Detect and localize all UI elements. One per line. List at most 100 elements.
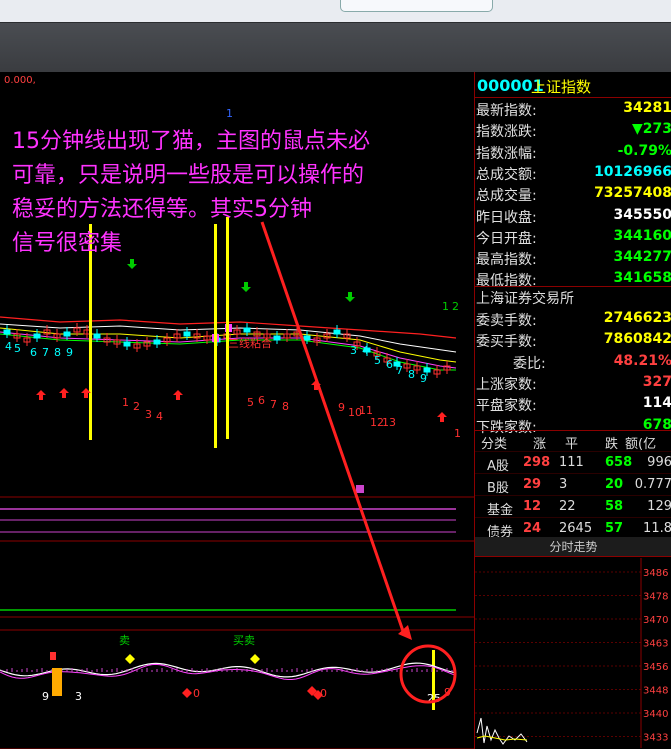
intraday-line xyxy=(476,717,528,745)
signal-number: 4 xyxy=(5,340,12,353)
table-cell: 658 xyxy=(605,455,633,470)
sub-panel-label: 3 xyxy=(75,690,82,703)
order-row: 委买手数: 7860842 xyxy=(475,329,671,350)
quote-label: 最高指数: xyxy=(476,252,537,269)
signal-number: 9 xyxy=(66,346,73,359)
intraday-title[interactable]: 分时走势 xyxy=(475,537,671,557)
order-row: 委比: 48.21% xyxy=(475,351,671,372)
quote-row: 指数涨跌: ▼273 xyxy=(475,119,671,140)
signal-number: 8 xyxy=(54,346,61,359)
signal-number: 9 xyxy=(338,401,345,414)
quote-label: 今日开盘: xyxy=(476,230,537,247)
signal-number: 7 xyxy=(270,398,277,411)
signal-line-3 xyxy=(226,217,229,439)
table-cell: 24 xyxy=(523,521,542,536)
order-value: 2746623 xyxy=(603,310,671,326)
signal-number: 6 xyxy=(30,346,37,359)
candle xyxy=(123,341,131,347)
window-title-bar xyxy=(0,0,671,22)
quote-panel: 000001 上证指数 最新指数: 34281 指数涨跌: ▼273 指数涨幅: -0.7… xyxy=(474,72,671,749)
signal-line-2 xyxy=(214,224,217,448)
quote-value: -0.79% xyxy=(617,142,671,159)
quote-label: 昨日收盘: xyxy=(476,209,537,226)
signal-number: 13 xyxy=(382,416,396,429)
price-tick: 3478 xyxy=(643,592,668,603)
order-value: 48.21% xyxy=(613,352,671,369)
candle xyxy=(93,333,101,339)
table-cell: 0.777 xyxy=(634,477,671,492)
signal-number: 4 xyxy=(362,344,369,357)
quote-value: 344160 xyxy=(613,227,671,244)
quote-value: ▼273 xyxy=(632,121,671,138)
order-label: 上涨家数: xyxy=(476,376,537,393)
intraday-chart[interactable]: 3486 3478 3470 3463 3456 3448 3440 3433 xyxy=(475,558,671,748)
kline-chart[interactable]: 0.000, 4 5 6 7 8 9 3 45 6 7 8 91 23 45 6 7 8 9 101112131 21… xyxy=(0,72,474,749)
table-cell: 2645 xyxy=(559,521,593,536)
quote-value: 341658 xyxy=(613,270,671,287)
sub-panel-label: 卖 xyxy=(119,634,130,647)
table-cell: 22 xyxy=(559,499,576,514)
price-tick: 3463 xyxy=(643,639,668,650)
signal-number: 6 xyxy=(258,394,265,407)
signal-number: 2 xyxy=(452,300,459,313)
signal-number: 8 xyxy=(282,400,289,413)
table-cell: 29 xyxy=(523,477,542,492)
table-cell: 3 xyxy=(559,477,568,492)
table-cell: 111 xyxy=(559,455,584,470)
signal-number: 5 xyxy=(247,396,254,409)
exchange-name: 上海证券交易所 xyxy=(476,291,574,307)
quote-label: 指数涨幅: xyxy=(476,145,537,162)
toolbar-buttons[interactable] xyxy=(340,0,493,12)
candle xyxy=(153,339,161,345)
signal-number: 2 xyxy=(133,400,140,413)
quote-label: 总成交量: xyxy=(476,188,537,205)
price-tick: 3456 xyxy=(643,662,668,673)
order-label: 委买手数: xyxy=(476,334,537,351)
table-header-cell: 涨 xyxy=(533,437,547,452)
candle xyxy=(3,329,11,335)
price-tick: 3440 xyxy=(643,709,668,720)
signal-number: 1 xyxy=(442,300,449,313)
table-header-cell: 跌 xyxy=(605,437,619,452)
candle xyxy=(303,335,311,341)
macd-marker xyxy=(356,485,364,493)
quote-value: 344277 xyxy=(613,249,671,266)
quote-value: 345550 xyxy=(613,206,671,223)
candle xyxy=(183,331,191,337)
table-cell: 298 xyxy=(523,455,551,470)
table-cell: 57 xyxy=(605,521,624,536)
table-header-cell: 平 xyxy=(565,437,579,452)
order-label: 委卖手数: xyxy=(476,313,537,329)
quote-row: 总成交量: 73257408 xyxy=(475,183,671,204)
signal-number: 3 xyxy=(145,408,152,421)
table-cell: 129 xyxy=(647,499,671,514)
table-header-cell: 额(亿 xyxy=(625,437,657,452)
price-tick: 3470 xyxy=(643,615,668,626)
table-row: A股 298 111 658 996 xyxy=(475,452,671,474)
sub-panel-label: 买卖 xyxy=(233,634,255,647)
order-row: 平盘家数: 114 xyxy=(475,393,671,414)
quote-row: 今日开盘: 344160 xyxy=(475,226,671,247)
annotation-line-4: 信号很密集 xyxy=(12,231,122,256)
red-marker xyxy=(50,652,56,660)
order-label: 平盘家数: xyxy=(476,398,537,415)
sanxian-label: 三线粘合 xyxy=(228,336,272,350)
order-row: 上涨家数: 327 xyxy=(475,372,671,393)
order-value: 114 xyxy=(642,395,671,412)
quote-row: 总成交额: 10126966 xyxy=(475,162,671,183)
order-value: 7860842 xyxy=(603,331,671,348)
quote-row: 最新指数: 34281 xyxy=(475,98,671,119)
signal-number: 3 xyxy=(350,344,357,357)
signal-number: 5 xyxy=(374,354,381,367)
annotation-line-3: 稳妥的方法还得等。其实5分钟 xyxy=(12,197,312,222)
signal-number: 1 xyxy=(122,396,129,409)
toolbar xyxy=(0,22,671,72)
chart-corner-label: 0.000, xyxy=(4,75,36,86)
annotation-line-2: 可靠，只是说明一些股是可以操作的 xyxy=(12,163,364,188)
sub-panel-label: 0 xyxy=(320,687,327,700)
candle xyxy=(243,327,251,333)
order-row: 委卖手数: 2746623 xyxy=(475,308,671,329)
table-cell: 20 xyxy=(605,477,624,492)
price-tick: 3486 xyxy=(643,568,668,579)
quote-value: 34281 xyxy=(623,100,671,116)
